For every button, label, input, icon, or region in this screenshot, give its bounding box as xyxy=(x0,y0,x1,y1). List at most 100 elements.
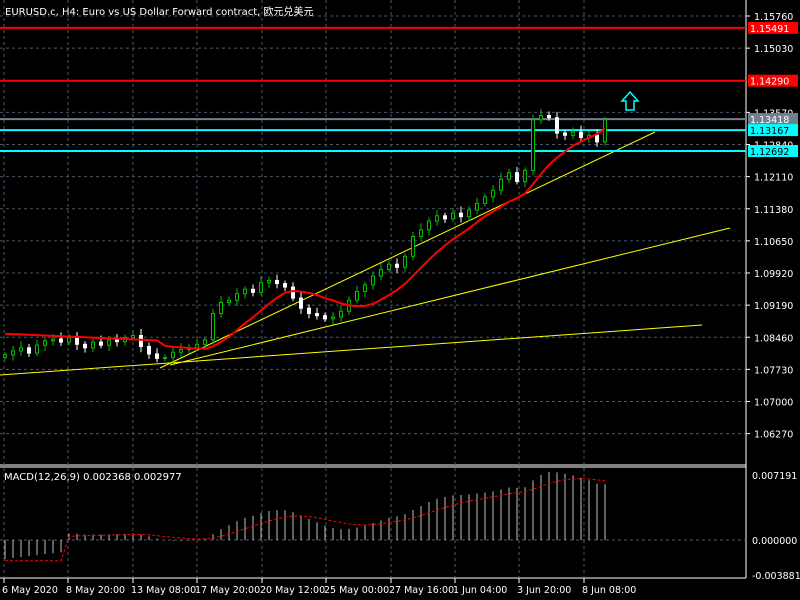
candle xyxy=(539,114,543,121)
candle xyxy=(203,339,207,345)
candle xyxy=(147,345,151,355)
candle xyxy=(51,338,55,342)
candle xyxy=(323,315,327,320)
price-tick-label: 1.09190 xyxy=(754,301,793,312)
time-tick-label: 13 May 08:00 xyxy=(131,585,196,596)
candle xyxy=(131,334,135,339)
price-tick-label: 1.08460 xyxy=(754,333,793,344)
candle xyxy=(155,353,159,359)
macd-tick-label: 0.007191 xyxy=(752,471,797,482)
time-tick-label: 27 May 16:00 xyxy=(389,585,454,596)
price-tick-label: 1.07730 xyxy=(754,365,793,376)
macd-tick-label: -0.003881 xyxy=(752,571,800,582)
time-tick-label: 20 May 12:00 xyxy=(260,585,325,596)
price-chart[interactable]: 1.157601.150301.135701.128401.121101.113… xyxy=(0,0,800,600)
candle xyxy=(443,215,447,220)
candle xyxy=(579,131,583,138)
candle xyxy=(139,334,143,347)
up-arrow-icon xyxy=(620,90,640,111)
candle xyxy=(419,229,423,237)
chart-title: EURUSD.c, H4: Euro vs US Dollar Forward … xyxy=(5,7,314,18)
time-tick-label: 3 Jun 20:00 xyxy=(517,585,571,596)
candle xyxy=(115,339,119,343)
candle xyxy=(99,341,103,346)
price-tick-label: 1.11380 xyxy=(754,205,793,216)
candle xyxy=(451,212,455,220)
candle xyxy=(475,202,479,211)
price-tag-label: 1.13167 xyxy=(750,126,789,137)
candle xyxy=(307,307,311,314)
price-tag-label: 1.14290 xyxy=(750,77,789,88)
candle xyxy=(235,293,239,301)
time-tick-label: 6 May 2020 xyxy=(2,585,58,596)
moving-average-line xyxy=(4,127,606,350)
candle xyxy=(211,312,215,341)
time-tick-label: 1 Jun 04:00 xyxy=(453,585,507,596)
candle xyxy=(83,343,87,349)
candle xyxy=(179,349,183,353)
candle xyxy=(427,220,431,231)
price-tick-label: 1.12110 xyxy=(754,173,793,184)
candle xyxy=(107,339,111,346)
candle xyxy=(27,347,31,354)
time-tick-label: 25 May 00:00 xyxy=(324,585,389,596)
candle xyxy=(547,114,551,119)
candle xyxy=(571,131,575,136)
candle xyxy=(291,286,295,299)
candle xyxy=(35,344,39,354)
candle xyxy=(563,132,567,136)
candle xyxy=(531,119,535,171)
candle xyxy=(171,351,175,358)
candle xyxy=(595,134,599,143)
macd-label: MACD(12,26,9) 0.002368 0.002977 xyxy=(4,472,182,483)
macd-tick-label: 0.000000 xyxy=(752,536,797,547)
candle xyxy=(363,284,367,292)
candle xyxy=(523,169,527,182)
price-tick-label: 1.15030 xyxy=(754,44,793,55)
price-tick-label: 1.15760 xyxy=(754,12,793,23)
candle xyxy=(555,117,559,134)
price-tick-label: 1.06270 xyxy=(754,430,793,441)
candle xyxy=(331,316,335,320)
candle xyxy=(315,312,319,317)
candle xyxy=(3,354,7,358)
candle xyxy=(603,119,607,143)
price-tag-label: 1.12692 xyxy=(750,147,789,158)
candle xyxy=(459,212,463,218)
candle xyxy=(219,301,223,314)
candle xyxy=(411,235,415,257)
candle xyxy=(251,288,255,293)
candle xyxy=(499,178,503,191)
trend-line xyxy=(169,227,731,366)
candle xyxy=(275,279,279,285)
candle xyxy=(259,282,263,293)
time-tick-label: 8 Jun 08:00 xyxy=(582,585,636,596)
candle xyxy=(339,310,343,318)
candle xyxy=(163,356,167,359)
macd-signal-line xyxy=(5,478,606,562)
time-tick-label: 8 May 20:00 xyxy=(66,585,125,596)
trend-line xyxy=(0,324,703,376)
candle xyxy=(507,172,511,180)
candle xyxy=(379,268,383,277)
time-tick-label: 17 May 20:00 xyxy=(195,585,260,596)
candle xyxy=(11,350,15,356)
candle xyxy=(19,347,23,352)
candle xyxy=(515,172,519,182)
candle xyxy=(59,338,63,343)
candle xyxy=(483,196,487,204)
candle xyxy=(91,341,95,349)
candle xyxy=(387,263,391,270)
candle xyxy=(67,337,71,343)
candle xyxy=(371,275,375,286)
candle xyxy=(195,343,199,349)
candle xyxy=(43,340,47,346)
candle xyxy=(435,215,439,222)
candle xyxy=(403,255,407,268)
candle xyxy=(75,337,79,345)
price-tag-label: 1.15491 xyxy=(750,24,789,35)
candle xyxy=(467,209,471,218)
candle xyxy=(243,288,247,295)
candle xyxy=(491,189,495,198)
candle xyxy=(227,299,231,303)
